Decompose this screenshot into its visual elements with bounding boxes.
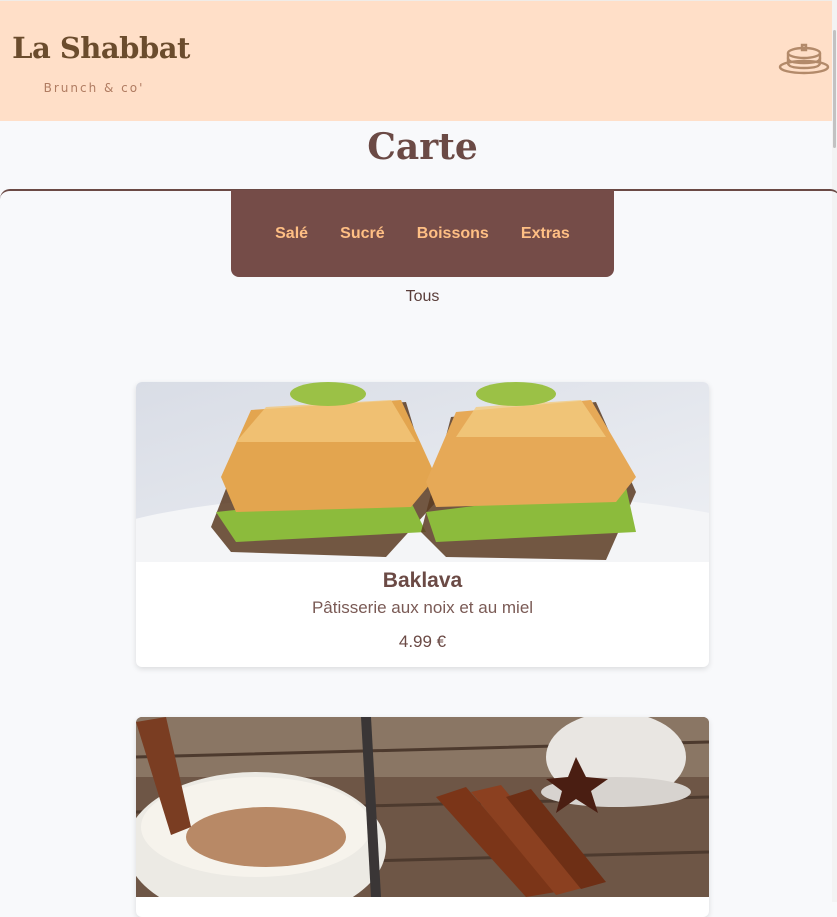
tab-extras[interactable]: Extras	[521, 225, 570, 243]
site-header: La Shabbat Brunch & co'	[0, 0, 837, 121]
logo-title: La Shabbat	[12, 31, 190, 65]
logo-subtitle: Brunch & co'	[43, 81, 145, 95]
tab-boissons[interactable]: Boissons	[417, 225, 489, 243]
product-price: 4.99 €	[398, 632, 447, 651]
logo[interactable]: La Shabbat Brunch & co'	[12, 27, 190, 103]
product-card[interactable]	[136, 717, 709, 917]
tab-all[interactable]: Tous	[0, 288, 837, 306]
category-tabs: Salé Sucré Boissons Extras	[231, 190, 614, 277]
page-title: Carte	[367, 126, 478, 168]
product-card[interactable]: Baklava Pâtisserie aux noix et au miel 4…	[136, 382, 709, 667]
pancake-icon[interactable]	[776, 41, 832, 81]
tab-sucre[interactable]: Sucré	[340, 225, 384, 243]
product-name: Baklava	[382, 569, 463, 592]
rice-pudding-cinnamon-photo	[136, 717, 709, 897]
baklava-photo	[136, 382, 709, 562]
tab-sale[interactable]: Salé	[275, 225, 308, 243]
product-description: Pâtisserie aux noix et au miel	[311, 598, 534, 617]
